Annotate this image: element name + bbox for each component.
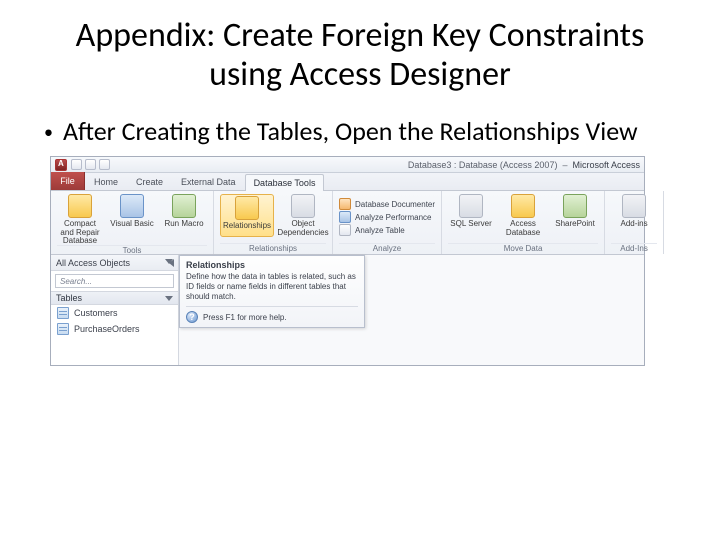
group-relationships: Relationships Object Dependencies Relati… [214, 191, 333, 254]
tab-external-data[interactable]: External Data [172, 173, 245, 190]
tab-database-tools[interactable]: Database Tools [245, 174, 325, 191]
access-database-button[interactable]: Access Database [500, 194, 546, 237]
analyze-table-icon [339, 224, 351, 236]
slide-bullet: • After Creating the Tables, Open the Re… [40, 116, 680, 148]
product-name: Microsoft Access [572, 160, 640, 170]
tab-file[interactable]: File [51, 172, 85, 190]
main-document-area: Relationships Define how the data in tab… [179, 255, 644, 365]
tooltip-body: Define how the data in tables is related… [186, 272, 358, 302]
addins-button[interactable]: Add-ins [611, 194, 657, 228]
analyze-performance-icon [339, 211, 351, 223]
group-label-relationships: Relationships [220, 243, 326, 254]
relationships-icon [235, 196, 259, 220]
tab-home[interactable]: Home [85, 173, 127, 190]
analyze-table-button[interactable]: Analyze Table [339, 224, 435, 236]
qat-save-icon[interactable] [71, 159, 82, 170]
object-dependencies-button[interactable]: Object Dependencies [280, 194, 326, 237]
object-dependencies-icon [291, 194, 315, 218]
qat-undo-icon[interactable] [85, 159, 96, 170]
doc-title: Database3 : Database (Access 2007) [408, 160, 558, 170]
visual-basic-icon [120, 194, 144, 218]
run-macro-icon [172, 194, 196, 218]
nav-search-placeholder: Search... [60, 277, 92, 286]
nav-category-tables[interactable]: Tables [51, 291, 178, 305]
tooltip-divider [186, 306, 358, 307]
table-icon [57, 323, 69, 335]
sql-server-icon [459, 194, 483, 218]
nav-header-title: All Access Objects [56, 258, 130, 268]
sql-server-button[interactable]: SQL Server [448, 194, 494, 237]
content-area: All Access Objects Search... Tables Cust… [51, 255, 644, 365]
db-documenter-button[interactable]: Database Documenter [339, 198, 435, 210]
group-move-data: SQL Server Access Database SharePoint Mo… [442, 191, 605, 254]
access-logo-icon [55, 159, 67, 171]
db-documenter-icon [339, 198, 351, 210]
group-label-move-data: Move Data [448, 243, 598, 254]
nav-search-input[interactable]: Search... [55, 274, 174, 288]
nav-item-purchaseorders[interactable]: PurchaseOrders [51, 321, 178, 337]
window-title: Database3 : Database (Access 2007) – Mic… [408, 160, 640, 170]
addins-icon [622, 194, 646, 218]
group-label-analyze: Analyze [339, 243, 435, 254]
nav-item-label: PurchaseOrders [74, 324, 140, 334]
group-addins: Add-ins Add-Ins [605, 191, 664, 254]
title-bar: Database3 : Database (Access 2007) – Mic… [51, 157, 644, 173]
group-analyze: Database Documenter Analyze Performance … [333, 191, 442, 254]
analyze-performance-button[interactable]: Analyze Performance [339, 211, 435, 223]
nav-header[interactable]: All Access Objects [51, 255, 178, 271]
tab-create[interactable]: Create [127, 173, 172, 190]
compact-repair-button[interactable]: Compact and Repair Database [57, 194, 103, 245]
qat-redo-icon[interactable] [99, 159, 110, 170]
chevron-down-icon [165, 296, 173, 301]
collapse-icon[interactable] [163, 258, 173, 268]
ribbon-tab-strip: File Home Create External Data Database … [51, 173, 644, 191]
bullet-dot: • [44, 116, 53, 148]
nav-category-label: Tables [56, 293, 82, 303]
bullet-text: After Creating the Tables, Open the Rela… [63, 116, 638, 147]
group-tools: Compact and Repair Database Visual Basic… [51, 191, 214, 254]
nav-item-customers[interactable]: Customers [51, 305, 178, 321]
tooltip-help-text: Press F1 for more help. [203, 313, 287, 322]
compact-repair-icon [68, 194, 92, 218]
quick-access-toolbar [71, 159, 110, 170]
visual-basic-button[interactable]: Visual Basic [109, 194, 155, 245]
ribbon: Compact and Repair Database Visual Basic… [51, 191, 644, 255]
slide-title: Appendix: Create Foreign Key Constraints… [40, 16, 680, 94]
sharepoint-icon [563, 194, 587, 218]
navigation-pane: All Access Objects Search... Tables Cust… [51, 255, 179, 365]
nav-item-label: Customers [74, 308, 118, 318]
run-macro-button[interactable]: Run Macro [161, 194, 207, 245]
group-label-addins: Add-Ins [611, 243, 657, 254]
access-window: Database3 : Database (Access 2007) – Mic… [50, 156, 645, 366]
help-icon: ? [186, 311, 198, 323]
relationships-button[interactable]: Relationships [220, 194, 274, 237]
sharepoint-button[interactable]: SharePoint [552, 194, 598, 237]
table-icon [57, 307, 69, 319]
tooltip-help-row: ? Press F1 for more help. [186, 311, 358, 323]
tooltip-title: Relationships [186, 260, 358, 270]
relationships-tooltip: Relationships Define how the data in tab… [179, 255, 365, 328]
access-database-icon [511, 194, 535, 218]
